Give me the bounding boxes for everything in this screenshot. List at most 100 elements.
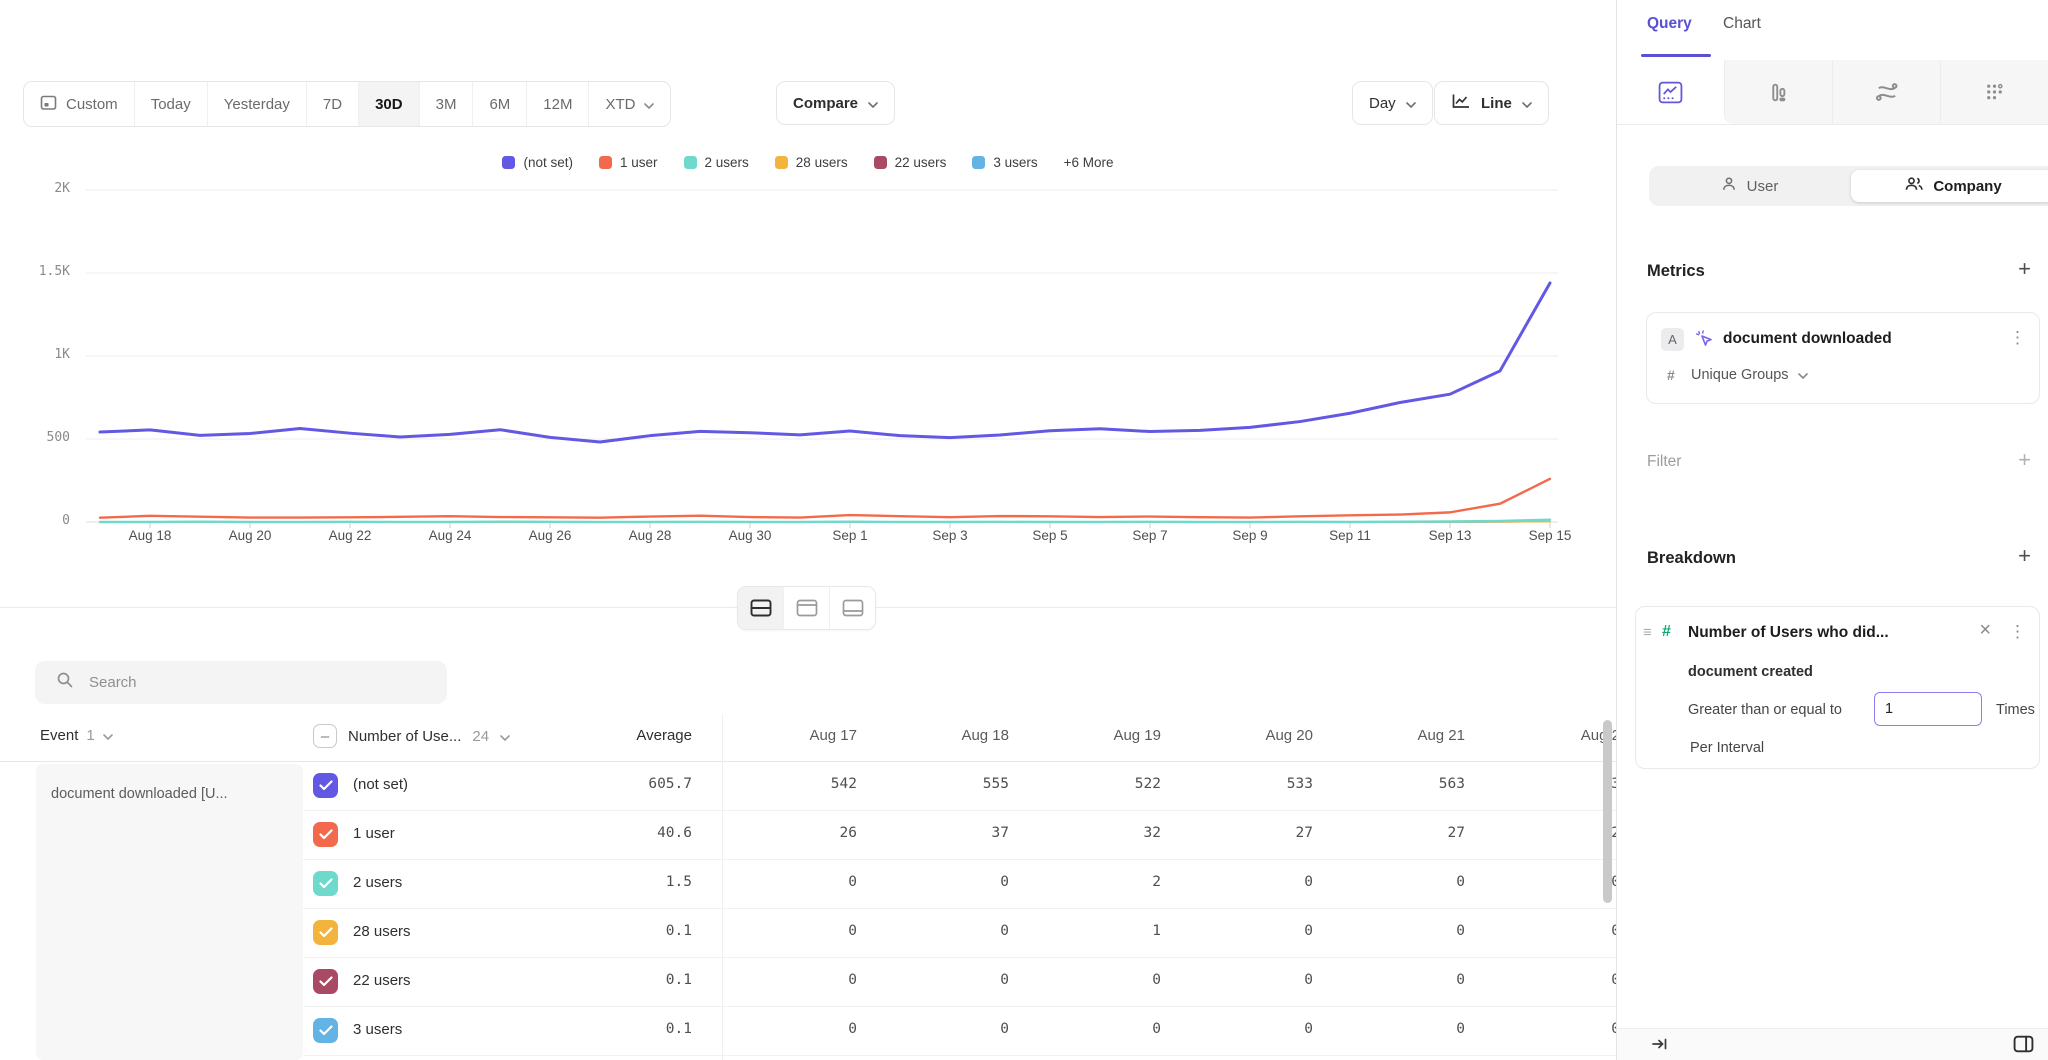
toggle-sidebar-icon[interactable] (2013, 1035, 2034, 1058)
chevron-down-icon (1522, 95, 1532, 112)
table-row: 1 user40.626373227272 (303, 811, 1616, 860)
value-cell: 32 (1009, 825, 1161, 841)
average-column-header[interactable]: Average (512, 727, 692, 744)
metric-event-name[interactable]: document downloaded (1723, 330, 1892, 348)
layout-split-button[interactable] (738, 587, 784, 629)
layout-table-button[interactable] (830, 587, 875, 629)
search-input[interactable] (87, 673, 421, 692)
collapse-panel-icon[interactable] (1651, 1037, 1669, 1056)
table-body: (not set)605.7542555522533563531 user40.… (303, 762, 1616, 1056)
value-cell: 0 (1313, 1021, 1465, 1037)
row-checkbox[interactable] (313, 773, 338, 798)
range-6m[interactable]: 6M (473, 82, 527, 126)
x-tick-label: Sep 5 (1004, 528, 1096, 543)
breakdown-menu-button[interactable]: ⋮ (2009, 623, 2026, 642)
value-cell: 563 (1313, 776, 1465, 792)
layout-toggle (737, 586, 876, 630)
legend-swatch (502, 156, 515, 169)
range-custom[interactable]: Custom (24, 82, 135, 126)
range-yesterday[interactable]: Yesterday (208, 82, 307, 126)
legend-item[interactable]: (not set) (502, 155, 573, 170)
value-cell: 0 (857, 874, 1009, 890)
line-chart[interactable] (0, 185, 1616, 545)
tab-chart[interactable]: Chart (1723, 15, 1761, 33)
interval-dropdown[interactable]: Day (1352, 81, 1433, 125)
legend-item[interactable]: 22 users (874, 155, 947, 170)
date-column-header[interactable]: Aug 19 (1009, 727, 1161, 744)
row-checkbox[interactable] (313, 822, 338, 847)
legend-item[interactable]: 3 users (972, 155, 1037, 170)
chevron-down-icon (1406, 95, 1416, 112)
date-column-header[interactable]: Aug 18 (857, 727, 1009, 744)
row-label: 3 users (353, 1021, 402, 1038)
value-cell: 0 (705, 923, 857, 939)
tab-line-chart[interactable] (1617, 60, 1724, 124)
row-average: 0.1 (553, 1021, 692, 1037)
layout-chart-button[interactable] (784, 587, 830, 629)
value-cell: 0 (1465, 1021, 1616, 1037)
date-column-header[interactable]: Aug 2 (1465, 727, 1616, 744)
aggregation-dropdown[interactable]: Unique Groups (1691, 367, 1808, 383)
metric-menu-button[interactable]: ⋮ (2009, 329, 2026, 348)
compare-button[interactable]: Compare (776, 81, 895, 125)
date-column-header[interactable]: Aug 20 (1161, 727, 1313, 744)
chart-top-view-icon (796, 599, 818, 617)
row-average: 40.6 (553, 825, 692, 841)
tab-query[interactable]: Query (1647, 15, 1692, 33)
indeterminate-checkbox[interactable]: – (313, 724, 337, 748)
row-values: 000000 (705, 1021, 1616, 1037)
event-column-header[interactable]: Event 1 (40, 727, 113, 744)
tab-grid-chart[interactable] (1940, 60, 2048, 124)
table-scrollbar[interactable] (1603, 720, 1612, 903)
user-company-toggle: User Company (1649, 166, 2048, 206)
split-view-icon (750, 599, 772, 617)
drag-handle-icon[interactable]: ≡ (1643, 624, 1652, 641)
breakdown-event-name[interactable]: document created (1688, 664, 1813, 680)
tab-bar-chart[interactable] (1724, 60, 1832, 124)
range-30d[interactable]: 30D (359, 82, 420, 126)
date-column-header[interactable]: Aug 21 (1313, 727, 1465, 744)
legend-item[interactable]: 28 users (775, 155, 848, 170)
legend-more[interactable]: +6 More (1064, 155, 1114, 170)
metric-card[interactable]: A document downloaded ⋮ # Unique Groups (1646, 312, 2040, 404)
date-column-header[interactable]: Aug 17 (705, 727, 857, 744)
breakdown-value-input[interactable] (1874, 692, 1982, 726)
legend-label: 22 users (895, 155, 947, 170)
range-today[interactable]: Today (135, 82, 208, 126)
close-icon[interactable]: × (1979, 620, 1991, 640)
table-bottom-view-icon (842, 599, 864, 617)
check-icon (319, 878, 333, 889)
event-list-cell[interactable]: document downloaded [U... (36, 764, 303, 1060)
value-cell: 0 (705, 972, 857, 988)
row-average: 605.7 (553, 776, 692, 792)
row-checkbox[interactable] (313, 871, 338, 896)
breakdown-title[interactable]: Number of Users who did... (1688, 624, 1889, 642)
add-metric-button[interactable]: + (2018, 258, 2031, 280)
breakdown-condition-label[interactable]: Greater than or equal to (1688, 702, 1842, 718)
range-xtd[interactable]: XTD (589, 82, 670, 126)
add-filter-button[interactable]: + (2018, 449, 2031, 471)
legend-swatch (684, 156, 697, 169)
range-3m[interactable]: 3M (420, 82, 474, 126)
interval-label: Day (1369, 95, 1396, 112)
legend-item[interactable]: 1 user (599, 155, 658, 170)
row-checkbox[interactable] (313, 969, 338, 994)
x-tick-label: Aug 26 (504, 528, 596, 543)
chart-type-dropdown[interactable]: Line (1434, 81, 1549, 125)
group-column-header[interactable]: – Number of Use... 24 (313, 724, 510, 748)
check-icon (319, 829, 333, 840)
row-label: 2 users (353, 874, 402, 891)
row-checkbox[interactable] (313, 920, 338, 945)
toggle-company[interactable]: Company (1851, 170, 2048, 202)
chart-legend: (not set) 1 user 2 users 28 users 22 users 3 … (0, 155, 1616, 170)
breakdown-per-interval-label[interactable]: Per Interval (1690, 740, 1764, 756)
range-7d[interactable]: 7D (307, 82, 359, 126)
add-breakdown-button[interactable]: + (2018, 545, 2031, 567)
row-checkbox[interactable] (313, 1018, 338, 1043)
toggle-user[interactable]: User (1649, 166, 1849, 206)
legend-item[interactable]: 2 users (684, 155, 749, 170)
range-12m[interactable]: 12M (527, 82, 589, 126)
row-values: 000000 (705, 972, 1616, 988)
row-average: 1.5 (553, 874, 692, 890)
tab-flow-chart[interactable] (1832, 60, 1940, 124)
